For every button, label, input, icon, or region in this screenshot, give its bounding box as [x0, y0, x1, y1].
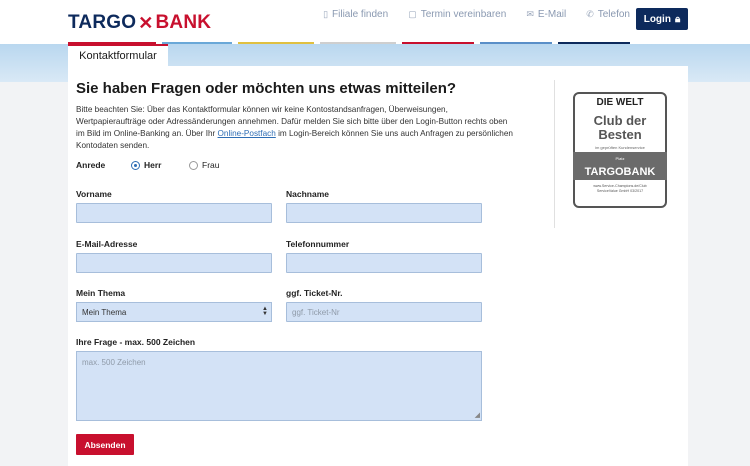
- club-der-besten-seal: DIE WELT Club der Besten im geprüften Ku…: [573, 92, 667, 208]
- login-label: Login: [643, 13, 671, 25]
- radio-selected-icon: [131, 160, 140, 170]
- badge-club: Club der: [593, 113, 647, 128]
- lock-icon: 🔒︎: [674, 13, 681, 25]
- telefon-label: Telefonnummer: [286, 239, 350, 249]
- logo-x-icon: ✕: [138, 13, 154, 33]
- targobank-logo[interactable]: TARGO ✕ BANK: [68, 12, 211, 34]
- nav-label: Filiale finden: [332, 9, 389, 20]
- nav-filiale-finden[interactable]: ▯ Filiale finden: [323, 9, 388, 20]
- frage-textarea[interactable]: max. 500 Zeichen ◢: [76, 351, 482, 421]
- frage-placeholder: max. 500 Zeichen: [82, 358, 146, 367]
- badge-subtitle: im geprüften Kundenservice: [595, 145, 645, 150]
- radio-label: Frau: [202, 160, 220, 170]
- notice-text: Bitte beachten Sie: Über das Kontaktform…: [76, 104, 516, 152]
- nachname-input[interactable]: [286, 203, 482, 223]
- vorname-input[interactable]: [76, 203, 272, 223]
- tab-kontaktformular[interactable]: Kontaktformular: [68, 44, 168, 66]
- radio-unselected-icon: [189, 160, 198, 170]
- badge-club-title: Club der Besten: [575, 114, 665, 142]
- email-label: E-Mail-Adresse: [76, 239, 138, 249]
- site-header: TARGO ✕ BANK ▯ Filiale finden ▢ Termin v…: [0, 0, 750, 44]
- absenden-button[interactable]: Absenden: [76, 434, 134, 455]
- select-arrows-icon: ▲ ▼: [262, 306, 268, 317]
- nav-telefon[interactable]: ✆ Telefon: [586, 9, 630, 20]
- tab-label: Kontaktformular: [79, 50, 157, 62]
- nav-termin-vereinbaren[interactable]: ▢ Termin vereinbaren: [408, 9, 506, 20]
- badge-footer: www.Service-Champions.de/Club ServiceVal…: [575, 184, 665, 194]
- badge-besten: Besten: [598, 127, 642, 142]
- mail-icon: ✉: [526, 9, 534, 19]
- frage-label: Ihre Frage - max. 500 Zeichen: [76, 337, 196, 347]
- nav-label: E-Mail: [537, 9, 567, 20]
- nachname-label: Nachname: [286, 189, 329, 199]
- top-navigation: ▯ Filiale finden ▢ Termin vereinbaren ✉ …: [323, 9, 630, 20]
- online-postfach-link[interactable]: Online-Postfach: [218, 129, 276, 138]
- email-input[interactable]: [76, 253, 272, 273]
- sidebar-divider: [554, 80, 555, 228]
- nav-email[interactable]: ✉ E-Mail: [526, 9, 566, 20]
- logo-text-targo: TARGO: [68, 12, 137, 33]
- badge-foot1: www.Service-Champions.de/Club: [593, 184, 647, 188]
- radio-herr[interactable]: Herr: [131, 160, 161, 170]
- ticket-label: ggf. Ticket-Nr.: [286, 288, 343, 298]
- vorname-label: Vorname: [76, 189, 112, 199]
- radio-frau[interactable]: Frau: [189, 160, 219, 170]
- page-title: Sie haben Fragen oder möchten uns etwas …: [76, 80, 457, 97]
- ticket-input[interactable]: ggf. Ticket-Nr: [286, 302, 482, 322]
- radio-label: Herr: [144, 160, 162, 170]
- location-icon: ▯: [323, 9, 329, 19]
- login-button[interactable]: Login 🔒︎: [636, 8, 688, 30]
- phone-icon: ✆: [586, 9, 594, 19]
- badge-year: 03/2017: [630, 189, 644, 193]
- badge-platz: Platz: [615, 156, 625, 161]
- resize-handle-icon[interactable]: ◢: [475, 411, 480, 419]
- thema-label: Mein Thema: [76, 288, 126, 298]
- logo-text-bank: BANK: [155, 12, 212, 33]
- thema-selected-value: Mein Thema: [82, 307, 127, 317]
- badge-foot2: ServiceValue GmbH: [596, 189, 630, 193]
- nav-label: Termin vereinbaren: [420, 9, 507, 20]
- nav-label: Telefon: [597, 9, 630, 20]
- calendar-icon: ▢: [408, 9, 417, 19]
- thema-select[interactable]: Mein Thema ▲ ▼: [76, 302, 272, 322]
- badge-die-welt: DIE WELT: [596, 97, 644, 108]
- anrede-label: Anrede: [76, 160, 106, 170]
- badge-brand: TARGOBANK: [584, 166, 656, 178]
- telefon-input[interactable]: [286, 253, 482, 273]
